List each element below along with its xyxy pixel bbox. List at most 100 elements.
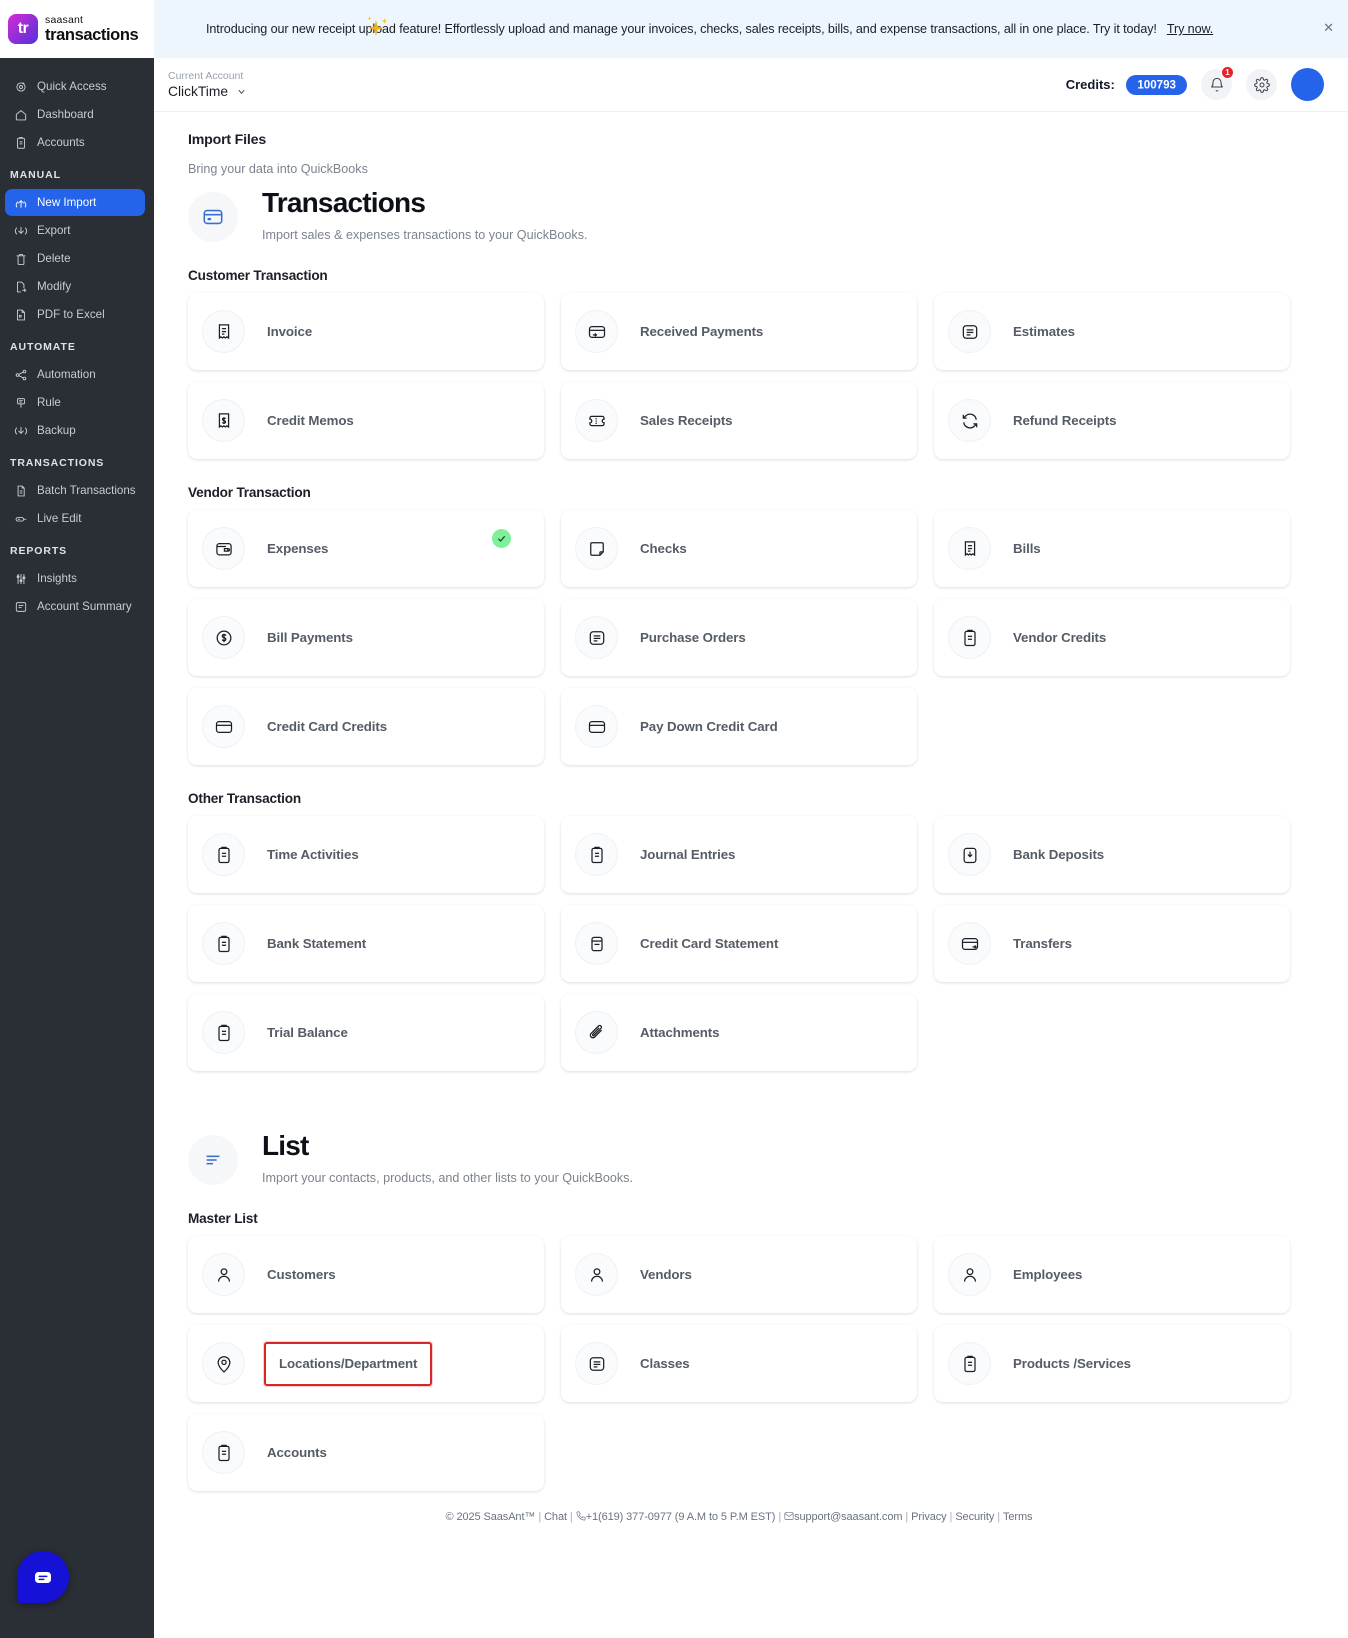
card-label: Refund Receipts	[1013, 413, 1117, 428]
rule-icon	[17, 397, 25, 408]
sidebar-item-automation[interactable]: Automation	[5, 361, 145, 388]
card-bank-deposits[interactable]: Bank Deposits	[934, 816, 1290, 893]
card-transfers[interactable]: Transfers	[934, 905, 1290, 982]
brand-logo-area[interactable]: tr saasant transactions	[0, 0, 154, 58]
card-credit-card-credits[interactable]: Credit Card Credits	[188, 688, 544, 765]
trash-icon	[14, 252, 28, 266]
sidebar-item-backup[interactable]: Backup	[5, 417, 145, 444]
sidebar-item-dashboard[interactable]: Dashboard	[5, 101, 145, 128]
card-journal-entries[interactable]: Journal Entries	[561, 816, 917, 893]
sidebar-item-label: Modify	[37, 280, 72, 293]
footer-terms-link[interactable]: Terms	[1003, 1511, 1033, 1523]
card-label: Expenses	[267, 541, 329, 556]
sidebar-item-batch-transactions[interactable]: Batch Transactions	[5, 477, 145, 504]
sidebar-item-label: Quick Access	[37, 80, 107, 93]
sidebar-item-rule[interactable]: Rule	[5, 389, 145, 416]
sidebar-item-live-edit[interactable]: Live Edit	[5, 505, 145, 532]
sidebar-item-pdf-to-excel[interactable]: PDF to Excel	[5, 301, 145, 328]
card-refund-receipts[interactable]: Refund Receipts	[934, 382, 1290, 459]
card-label: Locations/Department	[279, 1355, 418, 1371]
notification-count-badge: 1	[1221, 66, 1234, 79]
user-avatar[interactable]	[1291, 68, 1324, 101]
promo-banner-message: Introducing our new receipt upload featu…	[206, 22, 1157, 36]
card-checks[interactable]: Checks	[561, 510, 917, 587]
list-icon	[188, 1135, 238, 1185]
chat-support-button[interactable]	[17, 1551, 69, 1603]
card-products-services[interactable]: Products /Services	[934, 1325, 1290, 1402]
empty-grid-slot	[561, 1414, 917, 1491]
card-bank-statement[interactable]: Bank Statement	[188, 905, 544, 982]
current-account-value[interactable]: ClickTime	[168, 84, 247, 99]
card-time-activities[interactable]: Time Activities	[188, 816, 544, 893]
page-scroll-area[interactable]: Import Files Bring your data into QuickB…	[154, 112, 1348, 1638]
sidebar: tr saasant transactions Quick Access Dash…	[0, 0, 154, 1638]
sidebar-item-modify[interactable]: Modify	[5, 273, 145, 300]
card-credit-card-statement[interactable]: Credit Card Statement	[561, 905, 917, 982]
card-received-payments[interactable]: Received Payments	[561, 293, 917, 370]
app-root: tr saasant transactions Quick Access Dash…	[0, 0, 1348, 1638]
dollar-circle-icon	[202, 616, 245, 659]
sidebar-item-insights[interactable]: Insights	[5, 565, 145, 592]
card-accounts[interactable]: Accounts	[188, 1414, 544, 1491]
card-label: Attachments	[640, 1025, 720, 1040]
card-customers[interactable]: Customers	[188, 1236, 544, 1313]
card-grid: Expenses Checks Bills Bill Payments Purchase…	[188, 510, 1290, 765]
card-vendor-credits[interactable]: Vendor Credits	[934, 599, 1290, 676]
card-label: Vendor Credits	[1013, 630, 1107, 645]
brand-name-top: saasant	[45, 14, 84, 26]
promo-banner: Introducing our new receipt upload featu…	[154, 0, 1348, 58]
sidebar-item-export[interactable]: Export	[5, 217, 145, 244]
card-employees[interactable]: Employees	[934, 1236, 1290, 1313]
close-icon[interactable]: ✕	[1323, 21, 1334, 34]
pencil-line-icon	[14, 512, 28, 526]
card-attachments[interactable]: Attachments	[561, 994, 917, 1071]
footer-chat-link[interactable]: Chat	[544, 1511, 567, 1523]
card-label: Credit Memos	[267, 413, 354, 428]
card-bill-payments[interactable]: Bill Payments	[188, 599, 544, 676]
current-account-selector[interactable]: Current Account ClickTime	[168, 70, 247, 99]
sidebar-item-label: Backup	[37, 424, 76, 437]
map-pin-icon	[217, 1355, 230, 1373]
card-label: Credit Card Credits	[267, 719, 388, 734]
promo-try-now-link[interactable]: Try now.	[1167, 22, 1213, 36]
card-label: Vendors	[640, 1267, 692, 1282]
card-label: Estimates	[1013, 324, 1075, 339]
brand-name-bottom: transactions	[45, 25, 139, 44]
card-invoice[interactable]: Invoice	[188, 293, 544, 370]
card-expenses[interactable]: Expenses	[188, 510, 544, 587]
card-classes[interactable]: Classes	[561, 1325, 917, 1402]
card-label: Received Payments	[640, 324, 764, 339]
map-pin-icon	[202, 1342, 245, 1385]
notifications-button[interactable]: 1	[1201, 66, 1234, 100]
card-purchase-orders[interactable]: Purchase Orders	[561, 599, 917, 676]
card-locations-department[interactable]: Locations/Department	[188, 1325, 544, 1402]
footer-privacy-link[interactable]: Privacy	[911, 1511, 946, 1523]
person-icon	[948, 1253, 991, 1296]
sidebar-item-accounts[interactable]: Accounts	[5, 129, 145, 156]
gear-icon	[1253, 76, 1270, 93]
sales-receipt-icon	[575, 399, 618, 442]
card-trial-balance[interactable]: Trial Balance	[188, 994, 544, 1071]
list-desc: Import your contacts, products, and othe…	[262, 1170, 633, 1185]
saasant-logo-icon: tr	[8, 14, 38, 44]
card-bills[interactable]: Bills	[934, 510, 1290, 587]
paperclip-icon	[589, 1024, 602, 1038]
sidebar-item-delete[interactable]: Delete	[5, 245, 145, 272]
sidebar-item-account-summary[interactable]: Account Summary	[5, 593, 145, 620]
card-credit-memos[interactable]: Credit Memos	[188, 382, 544, 459]
list-title: List	[262, 1130, 309, 1161]
clipboard-icon	[14, 136, 28, 150]
card-estimates[interactable]: Estimates	[934, 293, 1290, 370]
card-vendors[interactable]: Vendors	[561, 1236, 917, 1313]
person-icon	[590, 1267, 603, 1282]
settings-button[interactable]	[1246, 69, 1277, 100]
card-sales-receipts[interactable]: Sales Receipts	[561, 382, 917, 459]
purchase-order-icon	[575, 616, 618, 659]
sidebar-item-new-import[interactable]: New Import	[5, 189, 145, 216]
refund-icon	[948, 399, 991, 442]
footer-email-link[interactable]: support@saasant.com	[794, 1511, 902, 1523]
footer-security-link[interactable]: Security	[955, 1511, 994, 1523]
clipboard-icon	[217, 1444, 230, 1461]
card-pay-down-credit-card[interactable]: Pay Down Credit Card	[561, 688, 917, 765]
sidebar-item-quick-access[interactable]: Quick Access	[5, 73, 145, 100]
